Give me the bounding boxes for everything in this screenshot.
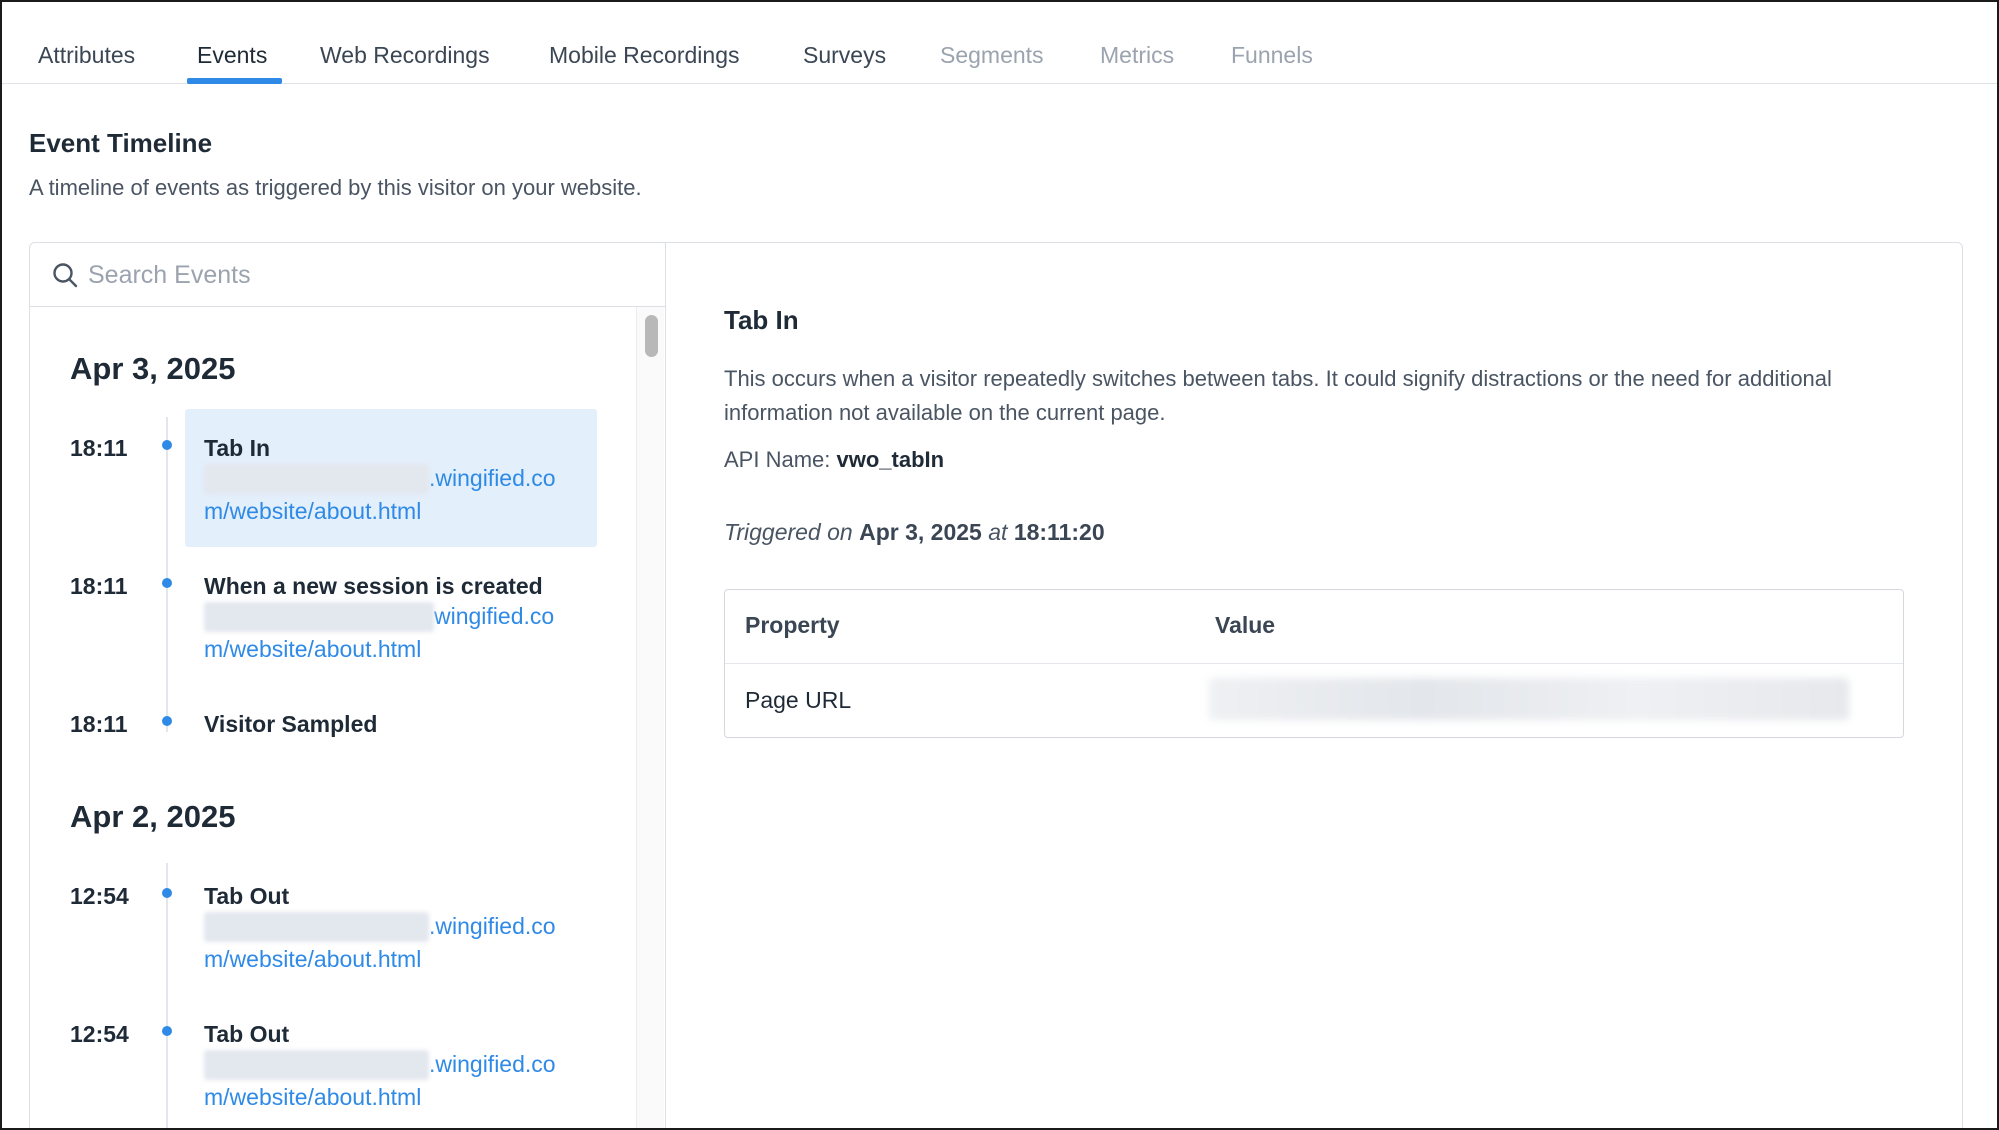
triggered-date: Apr 3, 2025: [859, 519, 982, 545]
timeline-line: [166, 863, 168, 1128]
timeline-scrollbar[interactable]: [636, 307, 664, 1128]
tab-funnels[interactable]: Funnels: [1231, 42, 1313, 69]
timeline-dot: [162, 716, 172, 726]
event-url-link[interactable]: .wingified.co m/website/about.html: [204, 462, 604, 528]
event-time: 12:54: [70, 1021, 129, 1047]
property-name-cell: Page URL: [745, 687, 852, 713]
tab-mobile-recordings[interactable]: Mobile Recordings: [549, 42, 739, 69]
event-timeline: Apr 3, 2025 18:11 Tab In .wingified.co m…: [30, 307, 636, 1128]
tab-bar: Attributes Events Web Recordings Mobile …: [2, 2, 1997, 84]
tab-metrics[interactable]: Metrics: [1100, 42, 1174, 69]
event-name[interactable]: When a new session is created: [204, 573, 543, 600]
api-name-label: API Name:: [724, 447, 831, 472]
redacted-value-cell: [1209, 678, 1849, 720]
triggered-prefix: Triggered on: [724, 519, 853, 545]
triggered-on-row: Triggered on Apr 3, 2025 at 18:11:20: [724, 519, 1105, 546]
event-panel: Apr 3, 2025 18:11 Tab In .wingified.co m…: [29, 242, 1963, 1128]
event-time: 18:11: [70, 711, 128, 737]
timeline-dot: [162, 440, 172, 450]
event-url-link[interactable]: .wingified.co m/website/about.html: [204, 1048, 604, 1114]
event-name[interactable]: Tab In: [204, 435, 270, 462]
page-description: A timeline of events as triggered by thi…: [29, 175, 642, 200]
tab-events[interactable]: Events: [197, 42, 267, 69]
timeline-dot: [162, 578, 172, 588]
event-url-link[interactable]: wingified.co m/website/about.html: [204, 600, 604, 666]
tab-segments[interactable]: Segments: [940, 42, 1044, 69]
property-table: Property Value Page URL: [724, 589, 1904, 738]
tab-web-recordings[interactable]: Web Recordings: [320, 42, 490, 69]
triggered-at: at: [988, 519, 1008, 545]
timeline-line: [166, 417, 168, 732]
api-name-row: API Name: vwo_tabIn: [724, 447, 944, 473]
date-heading: Apr 2, 2025: [70, 799, 236, 834]
event-url-link[interactable]: .wingified.co m/website/about.html: [204, 910, 604, 976]
date-heading: Apr 3, 2025: [70, 351, 236, 386]
redacted-host: [204, 1050, 429, 1080]
search-box: [30, 243, 666, 307]
table-header: Property Value: [725, 590, 1903, 664]
search-icon: [53, 263, 78, 288]
redacted-host: [204, 602, 434, 632]
event-name[interactable]: Visitor Sampled: [204, 711, 377, 738]
event-name[interactable]: Tab Out: [204, 1021, 289, 1048]
event-time: 18:11: [70, 435, 128, 461]
tab-surveys[interactable]: Surveys: [803, 42, 886, 69]
active-tab-indicator: [187, 78, 282, 84]
event-detail-title: Tab In: [724, 305, 799, 335]
event-detail-description: This occurs when a visitor repeatedly sw…: [724, 366, 1832, 425]
timeline-dot: [162, 888, 172, 898]
timeline-pane: Apr 3, 2025 18:11 Tab In .wingified.co m…: [30, 243, 666, 1128]
search-input[interactable]: [88, 255, 628, 295]
redacted-host: [204, 464, 429, 494]
timeline-dot: [162, 1026, 172, 1036]
page-title: Event Timeline: [29, 128, 213, 158]
event-time: 18:11: [70, 573, 128, 599]
event-time: 12:54: [70, 883, 129, 909]
column-header-property: Property: [745, 612, 840, 638]
tab-attributes[interactable]: Attributes: [38, 42, 135, 69]
api-name-value: vwo_tabIn: [836, 447, 945, 472]
triggered-time: 18:11:20: [1013, 519, 1105, 545]
event-name[interactable]: Tab Out: [204, 883, 289, 910]
scrollbar-thumb[interactable]: [645, 315, 658, 357]
redacted-host: [204, 912, 429, 942]
column-header-value: Value: [1215, 612, 1276, 638]
app-frame: Attributes Events Web Recordings Mobile …: [0, 0, 1999, 1130]
